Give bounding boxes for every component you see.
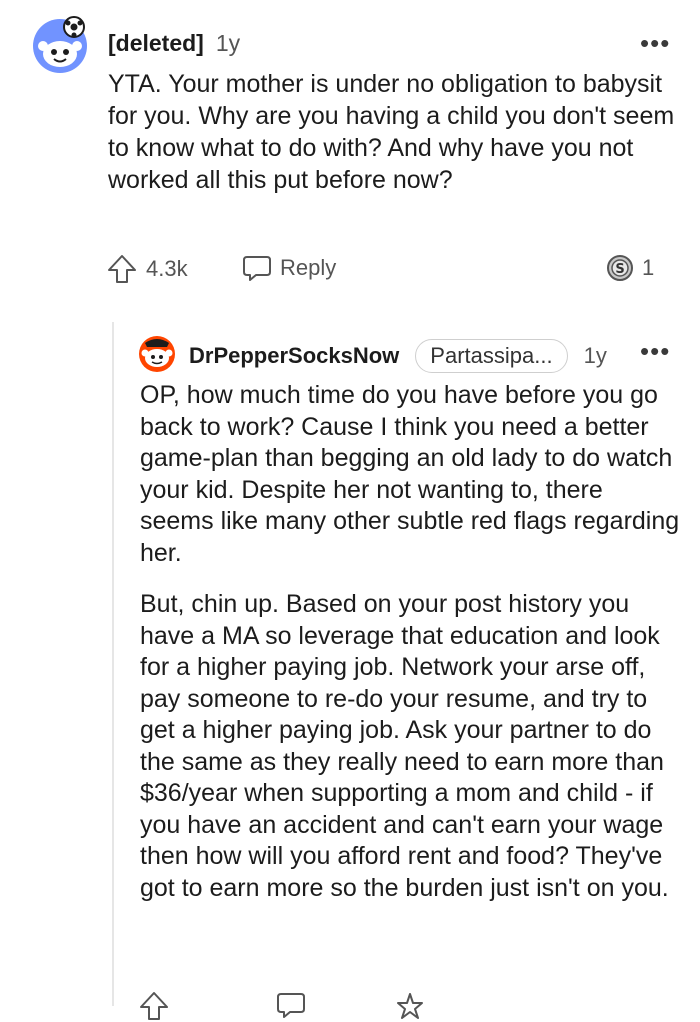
reply-meta: DrPepperSocksNow Partassipa... 1y [189, 339, 607, 373]
reply-age: 1y [583, 343, 607, 368]
reply-paragraph: But, chin up. Based on your post history… [140, 590, 669, 902]
comment-actions: 4.3k Reply S 1 [106, 253, 666, 289]
reply-button[interactable]: Reply [242, 253, 336, 283]
upvote-button[interactable]: 4.3k [106, 253, 188, 285]
speech-bubble-icon[interactable] [276, 990, 306, 1020]
svg-text:S: S [615, 262, 624, 277]
silver-award-icon: S [607, 255, 633, 281]
comment-meta: [deleted] 1y [108, 30, 240, 57]
reply-paragraph: OP, how much time do you have before you… [140, 381, 680, 567]
reply-label: Reply [280, 255, 337, 280]
upvote-count: 4.3k [146, 256, 188, 281]
comment-author[interactable]: [deleted] [108, 30, 204, 57]
comment-age: 1y [215, 30, 241, 56]
upvote-arrow-icon[interactable] [138, 990, 170, 1022]
reply-author[interactable]: DrPepperSocksNow [189, 343, 399, 369]
more-options-icon[interactable]: ••• [640, 28, 670, 59]
upvote-arrow-icon[interactable] [106, 253, 138, 285]
award-icon[interactable] [396, 992, 424, 1022]
user-flair: Partassipa... [415, 339, 568, 373]
reply-body: OP, how much time do you have before you… [140, 380, 680, 924]
comment-body: YTA. Your mother is under no obligation … [108, 70, 675, 194]
award-count: 1 [642, 255, 655, 280]
speech-bubble-icon [243, 256, 271, 281]
reply-more-options-icon[interactable]: ••• [640, 336, 670, 367]
reply-avatar-icon[interactable] [137, 333, 177, 373]
award-button[interactable]: S 1 [606, 253, 654, 283]
user-avatar-icon[interactable] [30, 14, 90, 74]
thread-line[interactable] [112, 322, 114, 1006]
